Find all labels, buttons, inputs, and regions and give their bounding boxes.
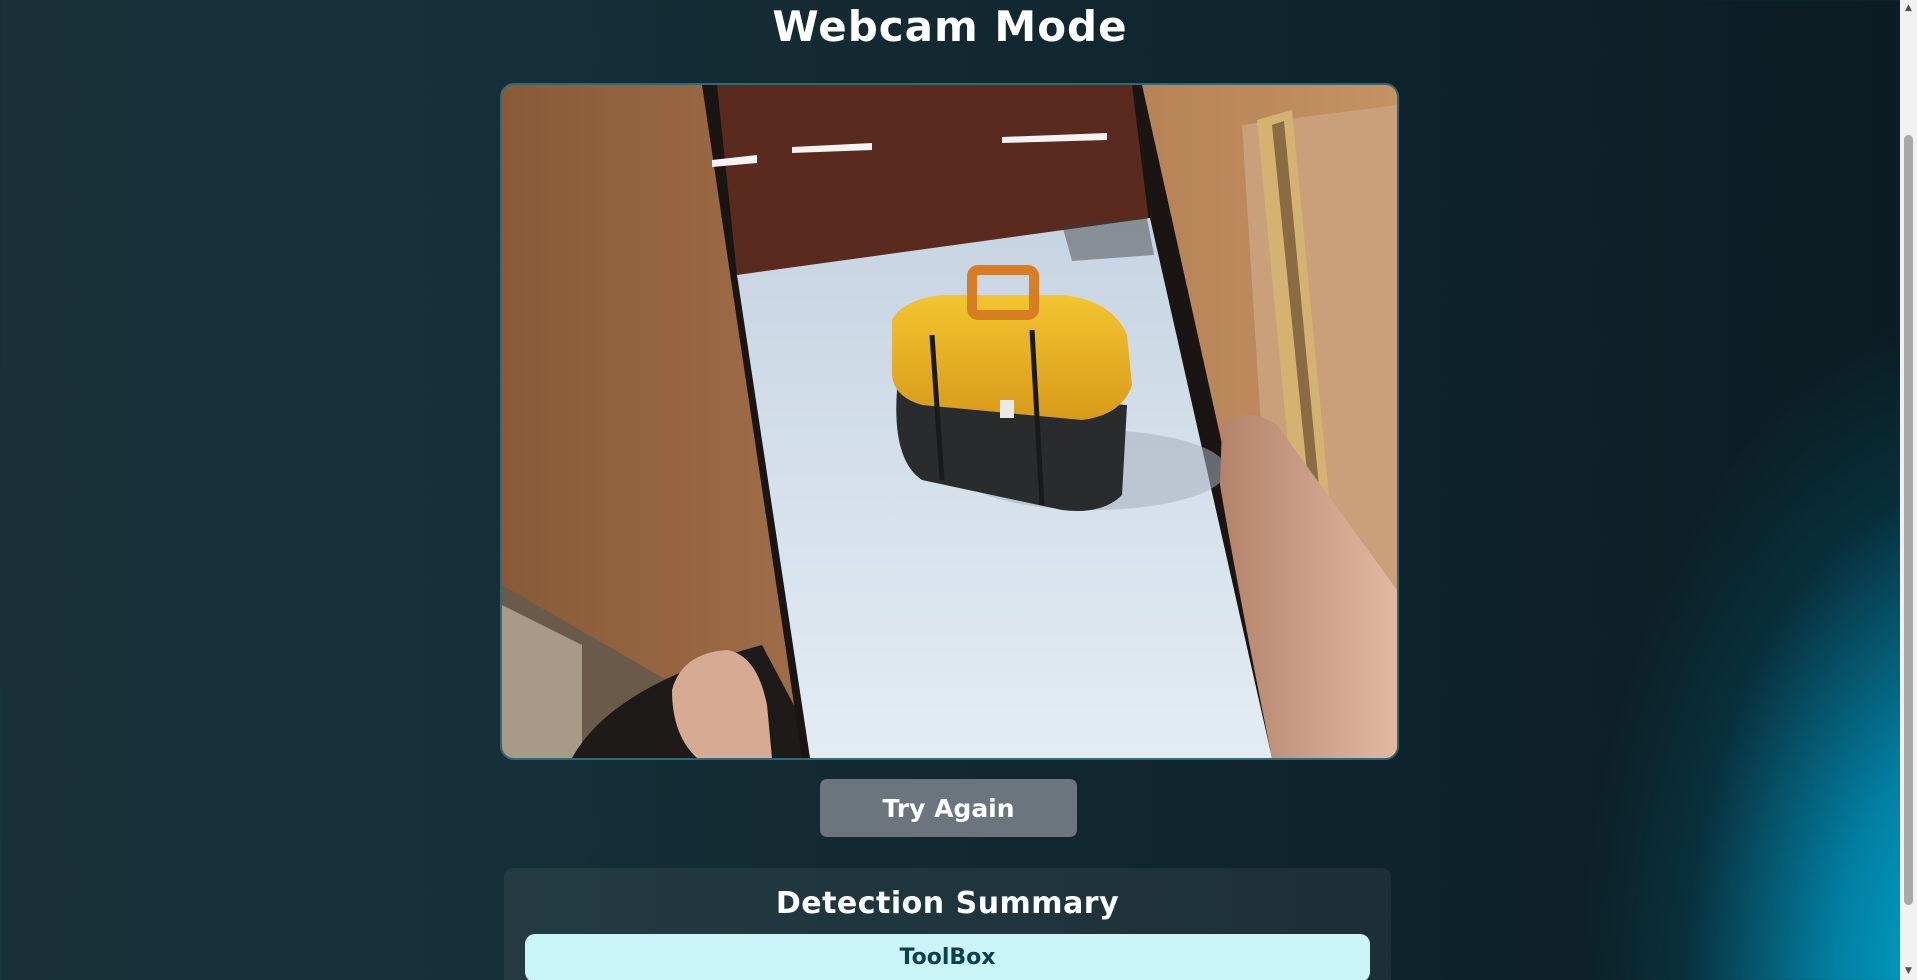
chevron-up-icon[interactable]: ▲ [1900, 0, 1917, 17]
detection-summary-card: Detection Summary ToolBox [504, 868, 1391, 980]
detection-summary-title: Detection Summary [775, 886, 1120, 921]
webcam-feed [500, 83, 1399, 760]
scrollbar-thumb[interactable] [1904, 135, 1913, 905]
webcam-image [502, 85, 1397, 758]
page-title: Webcam Mode [772, 2, 1128, 51]
vertical-scrollbar[interactable]: ▲ ▼ [1900, 0, 1917, 980]
detection-item: ToolBox [525, 934, 1370, 980]
try-again-button[interactable]: Try Again [820, 779, 1077, 837]
chevron-down-icon[interactable]: ▼ [1900, 963, 1917, 980]
